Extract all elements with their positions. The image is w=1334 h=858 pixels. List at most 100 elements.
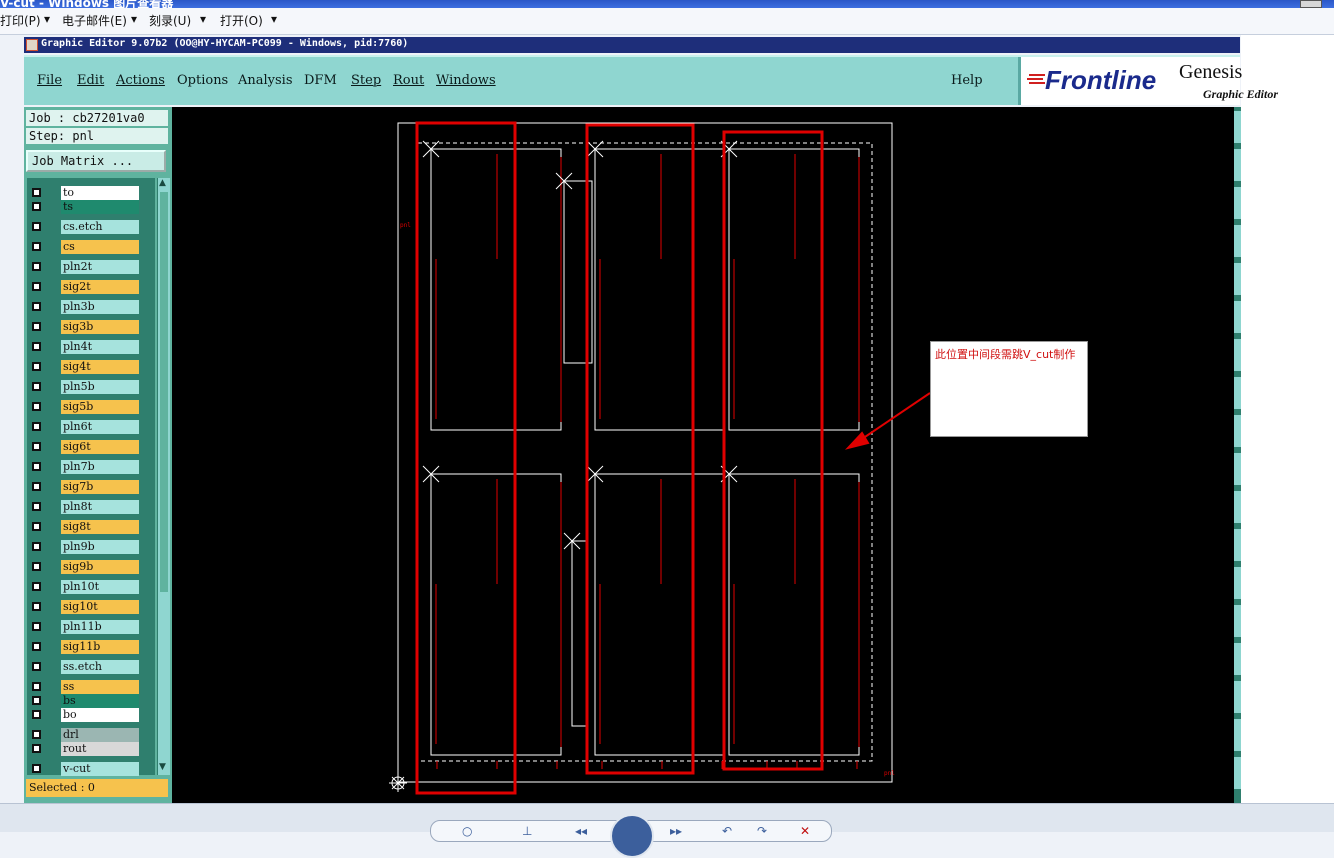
layer-checkbox[interactable] (32, 402, 41, 411)
tool-button[interactable] (1234, 339, 1241, 373)
menu-burn[interactable]: 刻录(U) (149, 12, 191, 29)
layer-row-sig9b[interactable]: sig9b (27, 558, 155, 576)
layer-checkbox[interactable] (32, 302, 41, 311)
scroll-up-icon[interactable]: ▲ (159, 178, 166, 188)
previous-icon[interactable]: ◂◂ (575, 824, 587, 838)
layer-checkbox[interactable] (32, 662, 41, 671)
layer-checkbox[interactable] (32, 382, 41, 391)
layer-checkbox[interactable] (32, 764, 41, 773)
layer-checkbox[interactable] (32, 442, 41, 451)
layer-name[interactable]: sig11b (61, 640, 139, 654)
chevron-down-icon[interactable]: ▾ (44, 12, 50, 26)
menu-print[interactable]: 打印(P) (0, 12, 41, 29)
layer-row-pln3b[interactable]: pln3b (27, 298, 155, 316)
tool-button[interactable] (1234, 491, 1241, 525)
layer-name[interactable]: pln2t (61, 260, 139, 274)
tool-button[interactable] (1234, 567, 1241, 601)
layer-name[interactable]: ts (61, 200, 139, 214)
layer-name[interactable]: ss.etch (61, 660, 139, 674)
layer-checkbox[interactable] (32, 482, 41, 491)
layer-checkbox[interactable] (32, 362, 41, 371)
menu-rout[interactable]: Rout (393, 73, 424, 88)
layer-name[interactable]: sig3b (61, 320, 139, 334)
layer-row-pln5b[interactable]: pln5b (27, 378, 155, 396)
scrollbar-thumb[interactable] (160, 192, 168, 592)
tool-button[interactable] (1234, 149, 1241, 183)
slideshow-button[interactable] (610, 814, 654, 858)
layer-name[interactable]: sig9b (61, 560, 139, 574)
layer-checkbox[interactable] (32, 710, 41, 719)
layer-name[interactable]: cs.etch (61, 220, 139, 234)
scroll-down-icon[interactable]: ▼ (159, 762, 166, 772)
layer-checkbox[interactable] (32, 282, 41, 291)
delete-icon[interactable]: ✕ (800, 824, 810, 838)
menu-step[interactable]: Step (351, 73, 381, 88)
layer-name[interactable]: rout (61, 742, 139, 756)
layer-name[interactable]: sig5b (61, 400, 139, 414)
layer-row-sig6t[interactable]: sig6t (27, 438, 155, 456)
layer-checkbox[interactable] (32, 522, 41, 531)
layer-name[interactable]: pln5b (61, 380, 139, 394)
layer-name[interactable]: pln9b (61, 540, 139, 554)
layer-row-bo[interactable]: bo (27, 706, 155, 724)
layer-row-ss.etch[interactable]: ss.etch (27, 658, 155, 676)
layer-checkbox[interactable] (32, 188, 41, 197)
layer-scrollbar[interactable]: ▲ ▼ (157, 178, 170, 775)
layer-row-pln10t[interactable]: pln10t (27, 578, 155, 596)
layer-row-ts[interactable]: ts (27, 198, 155, 216)
layer-row-sig4t[interactable]: sig4t (27, 358, 155, 376)
minimize-button[interactable] (1300, 0, 1322, 8)
layer-name[interactable]: pln4t (61, 340, 139, 354)
layer-row-pln4t[interactable]: pln4t (27, 338, 155, 356)
layer-name[interactable]: sig4t (61, 360, 139, 374)
layer-checkbox[interactable] (32, 582, 41, 591)
tool-button[interactable] (1234, 643, 1241, 677)
layer-row-pln2t[interactable]: pln2t (27, 258, 155, 276)
menu-edit[interactable]: Edit (77, 73, 104, 88)
layer-checkbox[interactable] (32, 422, 41, 431)
layer-row-pln6t[interactable]: pln6t (27, 418, 155, 436)
chevron-down-icon[interactable]: ▾ (131, 12, 137, 26)
layer-name[interactable]: sig8t (61, 520, 139, 534)
tool-button[interactable] (1234, 301, 1241, 335)
layer-row-sig5b[interactable]: sig5b (27, 398, 155, 416)
layer-checkbox[interactable] (32, 322, 41, 331)
menu-options[interactable]: Options (177, 73, 228, 88)
menu-email[interactable]: 电子邮件(E) (62, 12, 127, 29)
tool-button[interactable] (1234, 605, 1241, 639)
layer-checkbox[interactable] (32, 342, 41, 351)
layer-name[interactable]: sig6t (61, 440, 139, 454)
tool-button[interactable] (1234, 719, 1241, 753)
layer-row-pln8t[interactable]: pln8t (27, 498, 155, 516)
menu-open[interactable]: 打开(O) (220, 12, 263, 29)
layer-checkbox[interactable] (32, 262, 41, 271)
layer-checkbox[interactable] (32, 602, 41, 611)
layer-row-cs[interactable]: cs (27, 238, 155, 256)
rotate-left-icon[interactable]: ↶ (722, 824, 732, 838)
menu-actions[interactable]: Actions (116, 73, 165, 88)
layer-row-pln9b[interactable]: pln9b (27, 538, 155, 556)
graphic-canvas[interactable]: pnl pnl (172, 107, 1240, 803)
layer-name[interactable]: pln8t (61, 500, 139, 514)
tool-button[interactable] (1234, 377, 1241, 411)
layer-name[interactable]: bo (61, 708, 139, 722)
tool-button[interactable] (1234, 681, 1241, 715)
layer-row-pln11b[interactable]: pln11b (27, 618, 155, 636)
chevron-down-icon[interactable]: ▾ (271, 12, 277, 26)
layer-name[interactable]: pln10t (61, 580, 139, 594)
layer-row-sig8t[interactable]: sig8t (27, 518, 155, 536)
layer-checkbox[interactable] (32, 202, 41, 211)
menu-file[interactable]: File (37, 73, 62, 88)
layer-row-sig11b[interactable]: sig11b (27, 638, 155, 656)
tool-button[interactable] (1234, 453, 1241, 487)
layer-name[interactable]: sig7b (61, 480, 139, 494)
layer-row-sig3b[interactable]: sig3b (27, 318, 155, 336)
next-icon[interactable]: ▸▸ (670, 824, 682, 838)
layer-checkbox[interactable] (32, 642, 41, 651)
layer-checkbox[interactable] (32, 562, 41, 571)
layer-name[interactable]: sig2t (61, 280, 139, 294)
tool-button[interactable] (1234, 529, 1241, 563)
layer-row-pln7b[interactable]: pln7b (27, 458, 155, 476)
tool-button[interactable] (1234, 757, 1241, 791)
chevron-down-icon[interactable]: ▾ (200, 12, 206, 26)
